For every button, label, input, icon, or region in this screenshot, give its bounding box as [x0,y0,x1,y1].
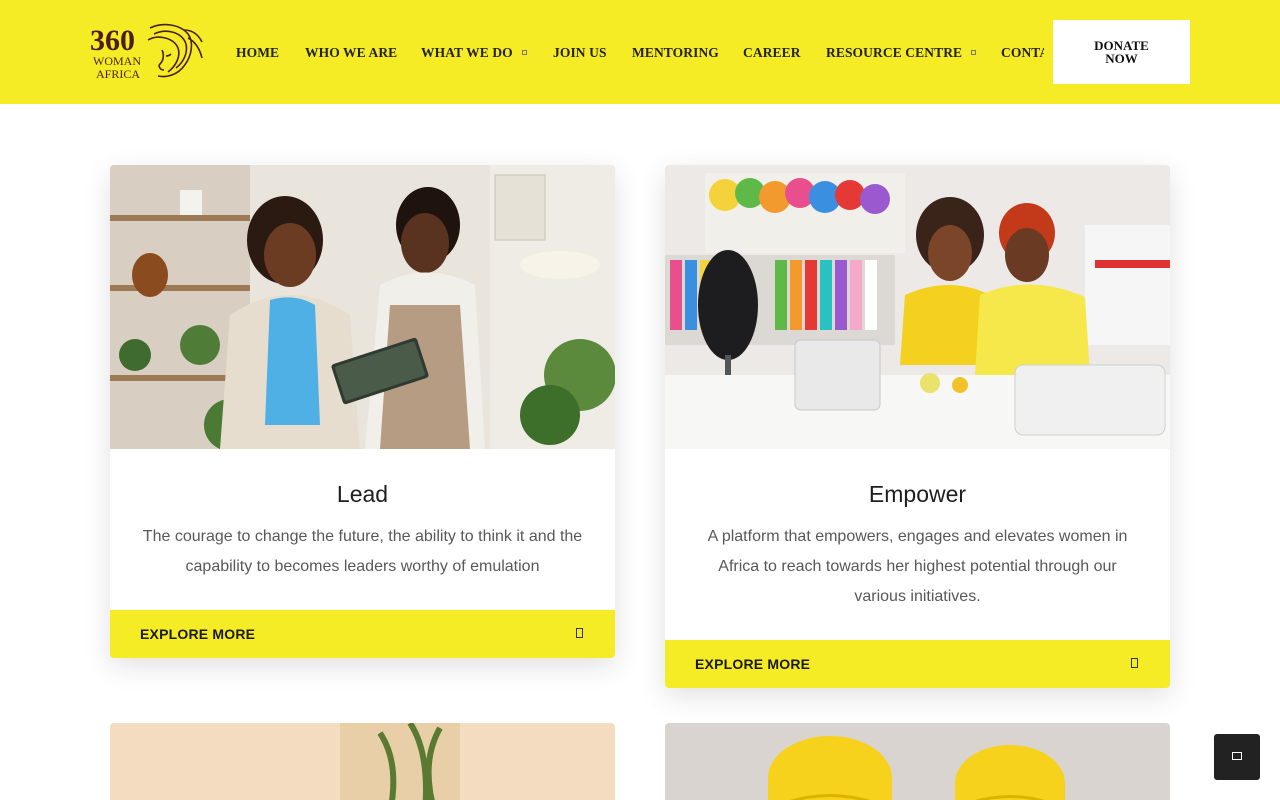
nav-resource-centre-label: RESOURCE CENTRE [826,45,963,60]
dropdown-caret-icon [521,50,527,56]
nav-what-we-do[interactable]: WHAT WE DO [421,45,527,61]
nav-contact[interactable]: CONTACT [1001,45,1044,61]
chat-square-icon [1232,752,1242,760]
site-header: 360 WOMAN AFRICA HOME WHO WE ARE WHAT WE… [0,0,1280,104]
site-logo[interactable]: 360 WOMAN AFRICA [88,20,206,82]
nav-who-we-are-label: WHO WE ARE [305,45,398,60]
nav-who-we-are[interactable]: WHO WE ARE [305,45,397,61]
nav-home-label: HOME [236,45,280,60]
card-image-partial-left [110,723,615,800]
logo-text-woman: WOMAN [93,54,141,68]
donate-now-button[interactable]: DONATE NOW [1053,20,1190,84]
nav-join-us-label: JOIN US [553,45,607,60]
nav-what-we-do-label: WHAT WE DO [421,45,513,60]
card-description: A platform that empowers, engages and el… [707,528,1128,605]
card-title: Empower [868,481,967,507]
card-description: The courage to change the future, the ab… [142,528,583,575]
card-image-partial-right [665,723,1170,800]
nav-join-us[interactable]: JOIN US [553,45,607,61]
nav-mentoring[interactable]: MENTORING [632,45,719,61]
card-empower: Empower A platform that empowers, engage… [665,165,1170,688]
main-nav: HOME WHO WE ARE WHAT WE DO JOIN US MENTO… [236,0,1044,104]
arrow-square-icon [576,628,583,638]
nav-home[interactable]: HOME [236,45,279,61]
dropdown-caret-icon [971,50,977,56]
nav-resource-centre[interactable]: RESOURCE CENTRE [826,45,977,61]
logo-text-360: 360 [90,24,135,57]
nav-mentoring-label: MENTORING [632,45,719,60]
arrow-square-icon [1131,658,1138,668]
nav-career[interactable]: CAREER [743,45,801,61]
explore-more-label: EXPLORE MORE [140,626,256,642]
explore-more-button[interactable]: EXPLORE MORE [665,640,1170,688]
explore-more-label: EXPLORE MORE [695,656,811,672]
logo-text-africa: AFRICA [96,67,140,81]
woman-head-logo-icon: 360 WOMAN AFRICA [90,23,203,81]
explore-more-button[interactable]: EXPLORE MORE [110,610,615,658]
nav-career-label: CAREER [743,45,801,60]
floating-chat-button[interactable] [1214,734,1260,780]
donate-now-label: DONATE NOW [1094,38,1149,66]
card-lead: Lead The courage to change the future, t… [110,165,615,658]
women-sewing-studio-photo [665,165,1170,449]
card-title: Lead [336,481,389,507]
women-with-tablet-photo [110,165,615,449]
nav-contact-label: CONTACT [1001,45,1044,60]
